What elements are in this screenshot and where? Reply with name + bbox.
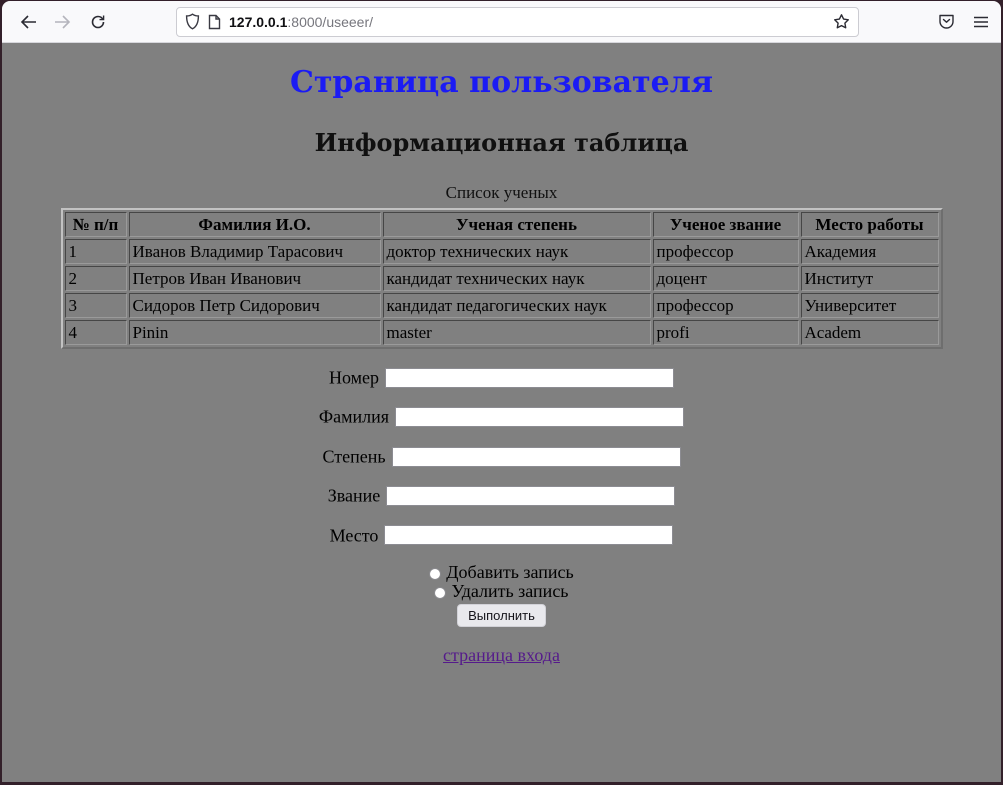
forward-button[interactable] (48, 8, 76, 36)
add-record-label: Добавить запись (446, 562, 573, 582)
pocket-icon[interactable] (938, 13, 955, 30)
degree-label: Степень (322, 446, 385, 466)
cell-surname: Иванов Владимир Тарасович (129, 239, 381, 264)
scientists-table: Список ученых № п/п Фамилия И.О. Ученая … (61, 183, 943, 349)
degree-input[interactable] (392, 447, 681, 467)
col-header-number: № п/п (65, 212, 127, 237)
cell-surname: Сидоров Петр Сидорович (129, 293, 381, 318)
cell-degree: кандидат технических наук (383, 266, 651, 291)
forward-arrow-icon (54, 15, 71, 29)
url-path: :8000/useeer/ (287, 14, 373, 30)
cell-title: доцент (653, 266, 799, 291)
page-content: Страница пользователя Информационная таб… (2, 43, 1001, 782)
form-row-place: Место (2, 524, 1001, 546)
bookmark-star-icon[interactable] (833, 13, 850, 30)
toolbar-right-icons (938, 13, 989, 30)
col-header-workplace: Место работы (801, 212, 939, 237)
number-input[interactable] (385, 368, 674, 388)
page-title: Страница пользователя (2, 65, 1001, 100)
page-info-icon[interactable] (208, 14, 221, 30)
login-page-link[interactable]: страница входа (443, 645, 560, 665)
cell-workplace: Университет (801, 293, 939, 318)
cell-surname: Петров Иван Иванович (129, 266, 381, 291)
url-text[interactable]: 127.0.0.1:8000/useeer/ (229, 14, 833, 30)
delete-record-radio[interactable] (434, 587, 446, 599)
cell-number: 4 (65, 320, 127, 345)
form-row-degree: Степень (2, 445, 1001, 467)
surname-label: Фамилия (319, 407, 389, 427)
table-row: 1 Иванов Владимир Тарасович доктор техни… (65, 239, 939, 264)
cell-workplace: Академия (801, 239, 939, 264)
menu-hamburger-icon[interactable] (973, 15, 989, 29)
cell-number: 1 (65, 239, 127, 264)
back-button[interactable] (14, 8, 42, 36)
table-row: 2 Петров Иван Иванович кандидат техничес… (65, 266, 939, 291)
page-subtitle: Информационная таблица (2, 128, 1001, 157)
cell-number: 2 (65, 266, 127, 291)
cell-title: профессор (653, 239, 799, 264)
title-label: Звание (328, 486, 381, 506)
reload-icon (90, 14, 106, 30)
radio-row-delete: Удалить запись (2, 582, 1001, 601)
form-row-title: Звание (2, 484, 1001, 506)
execute-button[interactable]: Выполнить (457, 604, 546, 627)
button-row: Выполнить (2, 604, 1001, 627)
form-row-surname: Фамилия (2, 405, 1001, 427)
cell-title: profi (653, 320, 799, 345)
place-input[interactable] (384, 525, 673, 545)
table-row: 3 Сидоров Петр Сидорович кандидат педаго… (65, 293, 939, 318)
url-bar[interactable]: 127.0.0.1:8000/useeer/ (176, 7, 859, 37)
table-row: 4 Pinin master profi Academ (65, 320, 939, 345)
url-host: 127.0.0.1 (229, 14, 287, 30)
tracking-shield-icon[interactable] (185, 13, 200, 30)
surname-input[interactable] (395, 407, 684, 427)
reload-button[interactable] (84, 8, 112, 36)
col-header-degree: Ученая степень (383, 212, 651, 237)
table-header-row: № п/п Фамилия И.О. Ученая степень Ученое… (65, 212, 939, 237)
cell-title: профессор (653, 293, 799, 318)
cell-workplace: Институт (801, 266, 939, 291)
browser-toolbar: 127.0.0.1:8000/useeer/ (2, 1, 1001, 43)
col-header-title: Ученое звание (653, 212, 799, 237)
cell-surname: Pinin (129, 320, 381, 345)
radio-row-add: Добавить запись (2, 563, 1001, 582)
back-arrow-icon (20, 15, 37, 29)
cell-number: 3 (65, 293, 127, 318)
cell-degree: кандидат педагогических наук (383, 293, 651, 318)
number-label: Номер (329, 367, 379, 387)
delete-record-label: Удалить запись (451, 581, 568, 601)
cell-degree: доктор технических наук (383, 239, 651, 264)
cell-degree: master (383, 320, 651, 345)
browser-window: 127.0.0.1:8000/useeer/ Страница п (2, 1, 1001, 782)
link-row: страница входа (2, 645, 1001, 666)
form-row-number: Номер (2, 366, 1001, 388)
title-input[interactable] (386, 486, 675, 506)
col-header-surname: Фамилия И.О. (129, 212, 381, 237)
place-label: Место (330, 525, 379, 545)
cell-workplace: Academ (801, 320, 939, 345)
add-record-radio[interactable] (429, 568, 441, 580)
table-caption: Список ученых (61, 183, 943, 208)
